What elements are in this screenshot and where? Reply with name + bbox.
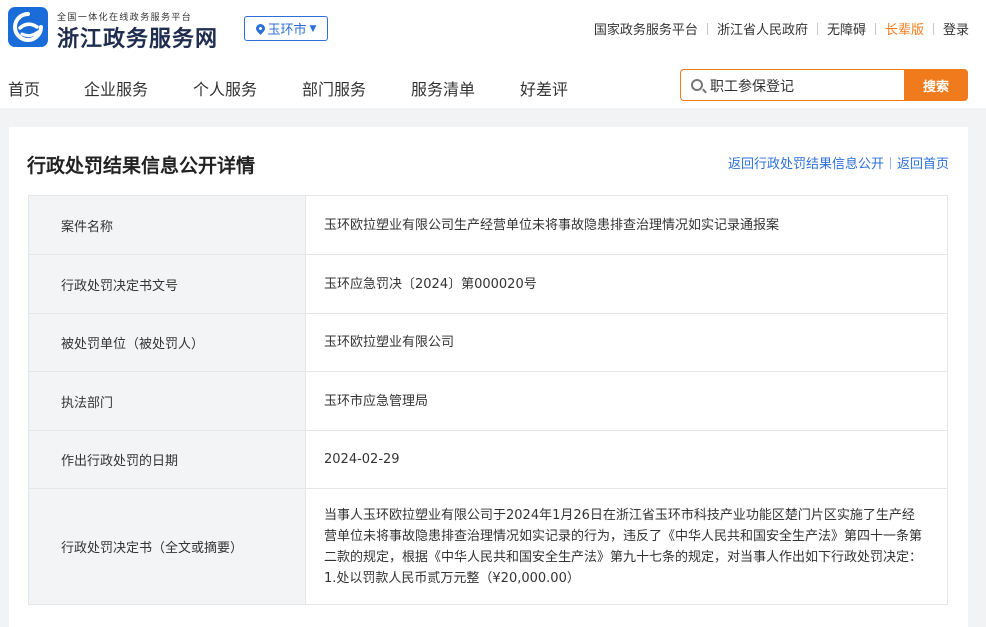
row-label-enforcement-dept: 执法部门 xyxy=(28,371,306,431)
nav-personal[interactable]: 个人服务 xyxy=(193,76,257,100)
zhejiang-logo-icon[interactable] xyxy=(8,7,48,47)
divider xyxy=(889,156,891,169)
table-row: 被处罚单位（被处罚人） 玉环欧拉塑业有限公司 xyxy=(28,313,948,372)
penalty-detail-table: 案件名称 玉环欧拉塑业有限公司生产经营单位未将事故隐患排查治理情况如实记录通报案… xyxy=(28,195,948,605)
table-row: 作出行政处罚的日期 2024-02-29 xyxy=(28,430,948,489)
table-row: 执法部门 玉环市应急管理局 xyxy=(28,371,948,431)
row-label-penalty-date: 作出行政处罚的日期 xyxy=(28,430,306,489)
row-label-case-name: 案件名称 xyxy=(28,195,306,255)
page-title: 行政处罚结果信息公开详情 xyxy=(27,155,256,177)
link-national-platform[interactable]: 国家政务服务平台 xyxy=(594,19,698,38)
nav-service-list[interactable]: 服务清单 xyxy=(411,76,475,100)
row-label-penalized-party: 被处罚单位（被处罚人） xyxy=(28,313,306,372)
detail-card: 行政处罚结果信息公开详情 返回行政处罚结果信息公开 返回首页 案件名称 玉环欧拉… xyxy=(9,127,968,627)
back-home-link[interactable]: 返回首页 xyxy=(897,153,949,172)
login-link[interactable]: 登录 xyxy=(943,19,969,38)
row-value-case-name: 玉环欧拉塑业有限公司生产经营单位未将事故隐患排查治理情况如实记录通报案 xyxy=(305,195,948,255)
search-icon xyxy=(691,79,703,91)
table-row: 行政处罚决定书（全文或摘要） 当事人玉环欧拉塑业有限公司于2024年1月26日在… xyxy=(28,488,948,605)
row-value-document-number: 玉环应急罚决〔2024〕第000020号 xyxy=(305,254,948,314)
search-bar: 搜索 xyxy=(680,69,968,101)
city-label: 玉环市 xyxy=(267,23,307,38)
logo-title[interactable]: 浙江政务服务网 xyxy=(57,21,218,53)
divider xyxy=(706,22,708,35)
location-pin-icon xyxy=(253,22,267,35)
breadcrumb-links: 返回行政处罚结果信息公开 返回首页 xyxy=(728,153,949,172)
row-value-decision-text: 当事人玉环欧拉塑业有限公司于2024年1月26日在浙江省玉环市科技产业功能区楚门… xyxy=(305,488,948,605)
divider xyxy=(874,22,876,35)
search-box xyxy=(680,69,905,101)
top-bar: 全国一体化在线政务服务平台 浙江政务服务网 玉环市 ▼ 国家政务服务平台 浙江省… xyxy=(0,0,986,56)
row-value-penalty-date: 2024-02-29 xyxy=(305,430,948,489)
back-to-list-link[interactable]: 返回行政处罚结果信息公开 xyxy=(728,153,884,172)
top-links: 国家政务服务平台 浙江省人民政府 无障碍 长辈版 登录 xyxy=(594,19,969,38)
link-accessibility[interactable]: 无障碍 xyxy=(827,19,866,38)
row-label-decision-text: 行政处罚决定书（全文或摘要） xyxy=(28,488,306,605)
table-row: 案件名称 玉环欧拉塑业有限公司生产经营单位未将事故隐患排查治理情况如实记录通报案 xyxy=(28,195,948,255)
divider xyxy=(816,22,818,35)
link-elder-mode[interactable]: 长辈版 xyxy=(885,19,924,38)
caret-down-icon: ▼ xyxy=(309,23,317,34)
row-value-enforcement-dept: 玉环市应急管理局 xyxy=(305,371,948,431)
row-label-document-number: 行政处罚决定书文号 xyxy=(28,254,306,314)
table-row: 行政处罚决定书文号 玉环应急罚决〔2024〕第000020号 xyxy=(28,254,948,314)
nav-rating[interactable]: 好差评 xyxy=(520,76,568,100)
city-selector[interactable]: 玉环市 ▼ xyxy=(244,16,328,41)
divider xyxy=(932,22,934,35)
row-value-penalized-party: 玉环欧拉塑业有限公司 xyxy=(305,313,948,372)
link-provincial-government[interactable]: 浙江省人民政府 xyxy=(717,19,808,38)
nav-enterprise[interactable]: 企业服务 xyxy=(84,76,148,100)
nav-department[interactable]: 部门服务 xyxy=(302,76,366,100)
nav-home[interactable]: 首页 xyxy=(8,76,40,100)
search-input[interactable] xyxy=(710,75,900,97)
search-button[interactable]: 搜索 xyxy=(904,69,968,101)
